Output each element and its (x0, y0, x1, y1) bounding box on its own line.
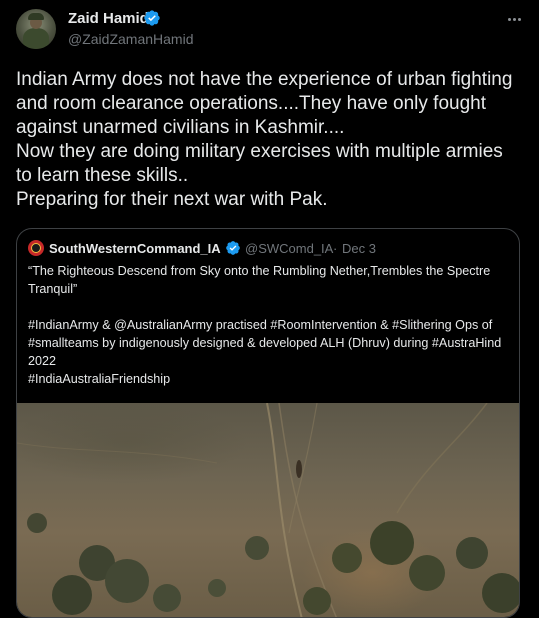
quoted-tweet-date[interactable]: Dec 3 (342, 241, 376, 256)
verified-badge-icon (144, 10, 160, 26)
quoted-author-handle[interactable]: @SWComd_IA (245, 241, 333, 256)
verified-badge-icon (226, 241, 240, 255)
quoted-tweet-media[interactable] (17, 403, 519, 617)
aerial-terrain-image (17, 403, 519, 617)
meta-separator: · (333, 241, 338, 256)
author-handle[interactable]: @ZaidZamanHamid (68, 31, 193, 47)
author-display-name[interactable]: Zaid Hamid (68, 10, 149, 27)
more-options-icon[interactable] (503, 10, 525, 28)
author-avatar[interactable] (16, 9, 56, 49)
quoted-author-display-name[interactable]: SouthWesternCommand_IA (49, 241, 221, 256)
quoted-tweet-text: “The Righteous Descend from Sky onto the… (28, 264, 502, 386)
quoted-author-avatar[interactable] (28, 240, 44, 256)
tweet-text: Indian Army does not have the experience… (16, 69, 513, 210)
quoted-tweet[interactable]: SouthWesternCommand_IA @SWComd_IA · Dec … (16, 228, 520, 618)
tweet-card[interactable]: Zaid Hamid @ZaidZamanHamid Indian Army d… (0, 0, 539, 618)
